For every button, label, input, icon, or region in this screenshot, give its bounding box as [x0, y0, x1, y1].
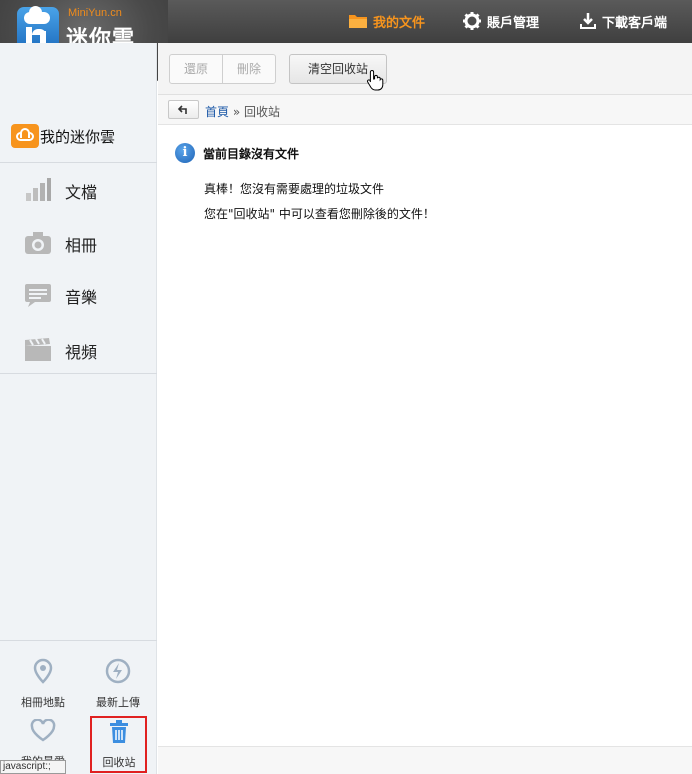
sidebar-link-label: 最新上傳 — [96, 696, 140, 709]
back-arrow-icon — [177, 104, 187, 114]
lightning-icon — [105, 658, 131, 684]
folder-icon — [349, 15, 367, 28]
sidebar-link-latest-uploads[interactable]: 最新上傳 — [83, 658, 153, 710]
delete-button[interactable]: 刪除 — [222, 55, 275, 83]
sidebar-item-label: 視頻 — [65, 343, 98, 362]
sidebar-item-videos[interactable]: 視頻 — [0, 325, 157, 377]
heart-icon — [30, 718, 56, 742]
nav-account-label: 賬戶管理 — [487, 15, 540, 31]
sidebar-root-my-cloud[interactable]: 我的迷你雲 — [11, 124, 115, 148]
cloud-icon — [11, 124, 39, 148]
sidebar-item-music[interactable]: 音樂 — [0, 270, 157, 322]
sidebar-item-photos[interactable]: 相冊 — [0, 218, 157, 270]
toolbar: 還原 刪除 清空回收站 — [158, 43, 692, 95]
empty-message-line-2: 您在"回收站" 中可以查看您刪除後的文件！ — [204, 207, 435, 221]
action-button-group: 還原 刪除 — [169, 54, 277, 84]
sidebar-item-label: 文檔 — [65, 183, 98, 202]
hand-cursor-icon — [366, 69, 384, 91]
nav-download-client-label: 下載客戶端 — [602, 15, 668, 31]
breadcrumb: 首頁 » 回收站 — [158, 95, 692, 125]
breadcrumb-current: 回收站 — [244, 105, 281, 119]
nav-my-files[interactable]: 我的文件 — [348, 10, 425, 32]
empty-message: i 當前目錄沒有文件 — [175, 143, 299, 163]
nav-account[interactable]: 賬戶管理 — [462, 10, 539, 32]
trash-icon — [110, 720, 128, 743]
sidebar-link-label: 相冊地點 — [21, 696, 65, 709]
info-icon: i — [175, 143, 195, 163]
sidebar-divider — [0, 162, 157, 163]
logo-subtitle: MiniYun.cn — [68, 7, 122, 19]
breadcrumb-separator: » — [232, 105, 241, 119]
sidebar-link-recycle-bin[interactable]: 回收站 — [84, 720, 154, 770]
status-bar: javascript:; — [0, 760, 66, 774]
content-footer — [158, 746, 692, 774]
music-icon — [25, 284, 51, 307]
sidebar-link-photo-locations[interactable]: 相冊地點 — [8, 658, 78, 710]
video-icon — [25, 338, 51, 361]
nav-my-files-label: 我的文件 — [373, 15, 426, 31]
empty-message-title: 當前目錄沒有文件 — [203, 146, 300, 161]
empty-message-line-1: 真棒！您沒有需要處理的垃圾文件 — [204, 182, 385, 196]
back-button[interactable] — [168, 100, 199, 119]
sidebar-item-label: 相冊 — [65, 236, 98, 255]
breadcrumb-home-link[interactable]: 首頁 — [205, 105, 229, 119]
nav-download-client[interactable]: 下載客戶端 — [579, 10, 667, 32]
location-icon — [33, 658, 53, 684]
restore-button[interactable]: 還原 — [170, 55, 222, 83]
sidebar-divider — [0, 373, 157, 374]
sidebar-item-label: 音樂 — [65, 288, 98, 307]
camera-icon — [25, 232, 51, 254]
gear-icon — [463, 12, 481, 30]
sidebar-root-label: 我的迷你雲 — [40, 127, 116, 146]
document-chart-icon — [26, 178, 51, 201]
sidebar-item-documents[interactable]: 文檔 — [0, 165, 157, 217]
sidebar-link-label: 回收站 — [102, 756, 136, 769]
download-icon — [580, 13, 596, 29]
